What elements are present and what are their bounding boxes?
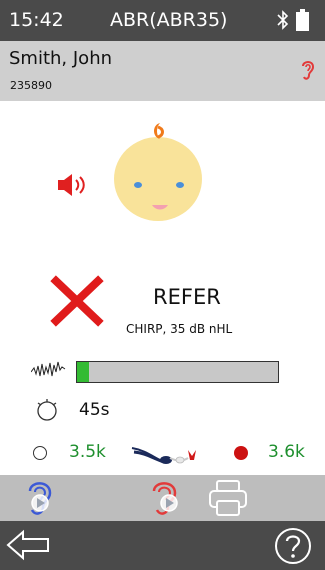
refer-cross-icon bbox=[50, 275, 104, 331]
help-icon[interactable] bbox=[273, 526, 313, 570]
right-ear-play-icon[interactable] bbox=[145, 477, 185, 523]
bluetooth-icon bbox=[277, 10, 289, 35]
timer-value: 45s bbox=[79, 400, 110, 420]
stimulus-detail: CHIRP, 35 dB nHL bbox=[126, 322, 233, 336]
waveform-icon bbox=[30, 358, 67, 386]
device-title: ABR(ABR35) bbox=[110, 9, 228, 31]
patient-name: Smith, John bbox=[9, 48, 113, 69]
right-ear-icon bbox=[300, 58, 316, 86]
progress-fill bbox=[77, 362, 90, 382]
patient-header[interactable]: Smith, John 235890 bbox=[0, 41, 325, 101]
status-time: 15:42 bbox=[9, 9, 64, 31]
battery-icon bbox=[296, 9, 309, 31]
right-probe-value: 3.6k bbox=[268, 442, 305, 462]
left-ear-play-icon[interactable] bbox=[22, 477, 56, 523]
back-arrow-icon[interactable] bbox=[6, 529, 52, 565]
patient-id: 235890 bbox=[10, 79, 52, 92]
left-probe-value: 3.5k bbox=[69, 442, 106, 462]
speaker-icon bbox=[58, 172, 88, 202]
right-ear-marker bbox=[234, 446, 248, 460]
action-bar bbox=[0, 475, 325, 521]
stopwatch-icon bbox=[34, 396, 60, 426]
probe-icon bbox=[130, 440, 202, 470]
left-ear-marker bbox=[33, 446, 47, 460]
printer-icon[interactable] bbox=[207, 477, 249, 523]
status-bar: 15:42 ABR(ABR35) bbox=[0, 0, 325, 41]
navigation-bar bbox=[0, 521, 325, 570]
progress-bar bbox=[76, 361, 279, 383]
result-label: REFER bbox=[153, 285, 221, 309]
baby-face-icon bbox=[108, 119, 208, 233]
